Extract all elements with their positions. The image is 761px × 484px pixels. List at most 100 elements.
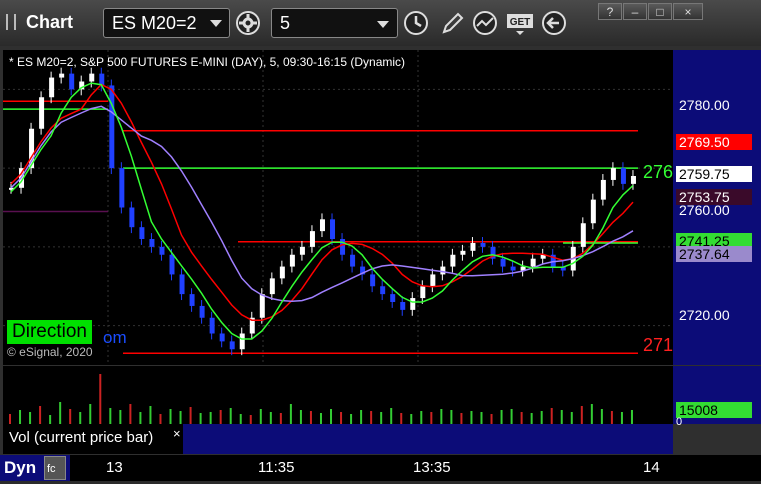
candle-body <box>430 274 436 287</box>
volume-bar <box>209 412 212 424</box>
symbol-value: ES M20=2 <box>112 13 197 33</box>
candle-body <box>99 73 105 86</box>
chart-window: Chart ES M20=2 5 GET ? – □ × * ES M20=2,… <box>0 0 761 481</box>
volume-bar <box>520 412 523 424</box>
volume-axis[interactable]: 15008 0 <box>673 366 761 428</box>
volume-bar <box>590 404 593 424</box>
volume-bar <box>59 402 62 424</box>
volume-bar <box>600 409 603 424</box>
edge-label-green: 276 <box>643 162 674 182</box>
time-label: 13 <box>106 459 123 476</box>
volume-bar <box>19 410 22 424</box>
volume-bar <box>139 412 142 424</box>
volume-bar <box>9 414 11 424</box>
volume-bar <box>500 410 503 424</box>
volume-bar <box>69 409 72 424</box>
volume-bar <box>149 406 152 424</box>
candle-body <box>600 179 606 200</box>
clock-icon[interactable] <box>402 10 430 36</box>
study-icon[interactable] <box>472 10 500 36</box>
price-chart[interactable]: * ES M20=2, S&P 500 FUTURES E-MINI (DAY)… <box>3 50 673 365</box>
interval-select[interactable]: 5 <box>271 8 398 38</box>
price-axis[interactable]: 2780.00 2760.00 2720.00 2769.50 2759.75 … <box>673 50 761 365</box>
candle-body <box>350 254 356 267</box>
ma-red-line <box>10 83 634 321</box>
get-label: GET <box>510 17 531 28</box>
volume-bar <box>360 410 363 424</box>
volume-bar <box>630 410 633 424</box>
drag-grip-icon[interactable] <box>6 14 16 30</box>
candle-body <box>59 73 65 78</box>
candle-body <box>219 333 225 342</box>
volume-bar <box>269 412 272 424</box>
candle-body <box>39 97 45 129</box>
volume-bar <box>179 411 182 424</box>
volume-bar <box>350 414 353 424</box>
minimize-button[interactable]: – <box>623 3 647 20</box>
candle-body <box>390 294 396 302</box>
candle-body <box>610 168 616 180</box>
close-button[interactable]: × <box>673 3 703 20</box>
close-icon[interactable]: × <box>173 426 181 441</box>
time-axis[interactable]: Dyn fc 13 11:35 13:35 14 <box>0 455 761 481</box>
candle-body <box>189 294 195 306</box>
volume-bar <box>460 413 463 424</box>
back-arrow-icon[interactable] <box>540 10 568 36</box>
candle-body <box>299 246 305 255</box>
volume-title: Vol (current price bar) <box>9 429 154 446</box>
volume-chart-svg <box>9 374 633 424</box>
candle-body <box>420 286 426 299</box>
candle-body <box>69 73 75 90</box>
volume-bar <box>570 412 573 424</box>
candle-body <box>309 231 315 247</box>
price-tick: 2780.00 <box>679 97 730 113</box>
candle-body <box>179 274 185 295</box>
volume-bar <box>490 414 493 424</box>
help-button[interactable]: ? <box>598 3 622 20</box>
candle-body <box>269 278 275 295</box>
volume-bar <box>480 412 483 424</box>
volume-bar <box>340 412 343 424</box>
maximize-button[interactable]: □ <box>648 3 672 20</box>
candle-body <box>209 317 215 334</box>
volume-bar <box>79 412 82 424</box>
candle-body <box>460 250 466 255</box>
gear-icon[interactable] <box>234 10 262 36</box>
candle-body <box>239 333 245 350</box>
price-flag-prev: 2753.75 <box>676 189 752 205</box>
volume-bar <box>299 410 302 424</box>
volume-bar <box>279 413 282 424</box>
candle-body <box>169 254 175 275</box>
volume-bar <box>259 409 262 424</box>
candle-body <box>470 242 476 251</box>
volume-bar <box>289 404 292 424</box>
volume-bar <box>510 409 513 424</box>
volume-bar <box>319 413 322 424</box>
direction-label: Direction <box>7 320 92 344</box>
candle-body <box>510 266 516 271</box>
volume-bar <box>550 408 553 424</box>
volume-bar <box>199 413 202 424</box>
volume-bar <box>470 411 473 424</box>
volume-bar <box>49 415 52 424</box>
fc-icon[interactable]: fc <box>44 456 66 480</box>
candle-body <box>410 298 416 310</box>
dyn-label: Dyn <box>4 458 37 477</box>
candle-body <box>450 254 456 267</box>
candle-body <box>500 258 506 267</box>
candle-body <box>149 239 155 247</box>
volume-bar <box>390 408 393 424</box>
interval-value: 5 <box>280 13 291 33</box>
get-icon[interactable]: GET <box>506 10 534 36</box>
candle-body <box>580 223 586 247</box>
pencil-icon[interactable] <box>438 10 466 36</box>
volume-pane[interactable] <box>3 366 673 424</box>
title-bar[interactable]: Chart ES M20=2 5 GET ? – □ × <box>0 0 761 46</box>
candle-body <box>480 242 486 247</box>
volume-bar <box>109 408 112 424</box>
direction-suffix: om <box>103 328 127 347</box>
price-chart-svg <box>3 50 673 365</box>
symbol-input[interactable]: ES M20=2 <box>103 8 230 38</box>
candle-body <box>279 266 285 279</box>
candle-body <box>49 77 55 98</box>
